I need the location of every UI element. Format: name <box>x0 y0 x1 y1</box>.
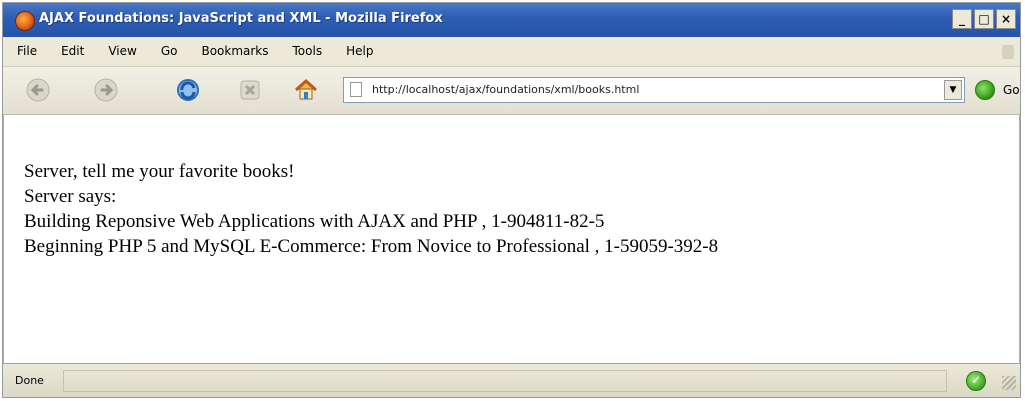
menu-help[interactable]: Help <box>346 37 373 58</box>
minimize-button[interactable]: _ <box>952 9 972 29</box>
menu-file[interactable]: File <box>17 37 37 58</box>
back-button[interactable] <box>25 77 51 103</box>
menu-bar: File Edit View Go Bookmarks Tools Help <box>3 37 1020 67</box>
back-arrow-icon <box>26 78 50 102</box>
reload-icon <box>177 79 199 101</box>
page-content: Server, tell me your favorite books! Ser… <box>3 115 1020 363</box>
stop-button[interactable] <box>237 77 263 103</box>
status-bar: Done ✓ <box>3 363 1020 397</box>
browser-window: AJAX Foundations: JavaScript and XML - M… <box>2 2 1021 398</box>
status-text: Done <box>15 374 44 387</box>
prompt-line: Server, tell me your favorite books! <box>24 161 295 182</box>
book-line: Beginning PHP 5 and MySQL E-Commerce: Fr… <box>24 236 719 257</box>
connection-ok-icon: ✓ <box>966 371 986 391</box>
go-arrow-icon <box>975 80 995 100</box>
url-bar[interactable]: http://localhost/ajax/foundations/xml/bo… <box>343 77 965 103</box>
url-dropdown-button[interactable]: ▼ <box>944 80 962 100</box>
reload-button[interactable] <box>175 77 201 103</box>
menu-go[interactable]: Go <box>161 37 178 58</box>
maximize-button[interactable]: □ <box>974 9 994 29</box>
title-bar: AJAX Foundations: JavaScript and XML - M… <box>3 3 1020 37</box>
menu-tools[interactable]: Tools <box>293 37 323 58</box>
home-button[interactable] <box>293 77 319 103</box>
forward-arrow-icon <box>94 78 118 102</box>
stop-icon <box>240 80 260 100</box>
home-icon <box>294 78 318 100</box>
url-text[interactable]: http://localhost/ajax/foundations/xml/bo… <box>372 83 639 96</box>
book-line: Building Reponsive Web Applications with… <box>24 211 605 232</box>
status-panel <box>63 370 947 392</box>
close-button[interactable]: × <box>996 9 1016 29</box>
page-icon <box>350 82 362 97</box>
go-label: Go <box>1003 83 1020 97</box>
forward-button[interactable] <box>93 77 119 103</box>
menu-bookmarks[interactable]: Bookmarks <box>201 37 268 58</box>
window-title: AJAX Foundations: JavaScript and XML - M… <box>39 11 443 26</box>
navigation-toolbar: http://localhost/ajax/foundations/xml/bo… <box>3 67 1020 115</box>
menu-grip-icon <box>1002 45 1014 59</box>
server-says-line: Server says: <box>24 186 117 207</box>
menu-edit[interactable]: Edit <box>61 37 84 58</box>
go-button[interactable]: Go <box>975 79 1020 101</box>
window-controls: _ □ × <box>952 9 1016 29</box>
resize-grip-icon[interactable] <box>1002 376 1016 390</box>
menu-view[interactable]: View <box>108 37 136 58</box>
firefox-icon <box>15 11 35 31</box>
page-text: Server, tell me your favorite books! Ser… <box>24 159 718 259</box>
